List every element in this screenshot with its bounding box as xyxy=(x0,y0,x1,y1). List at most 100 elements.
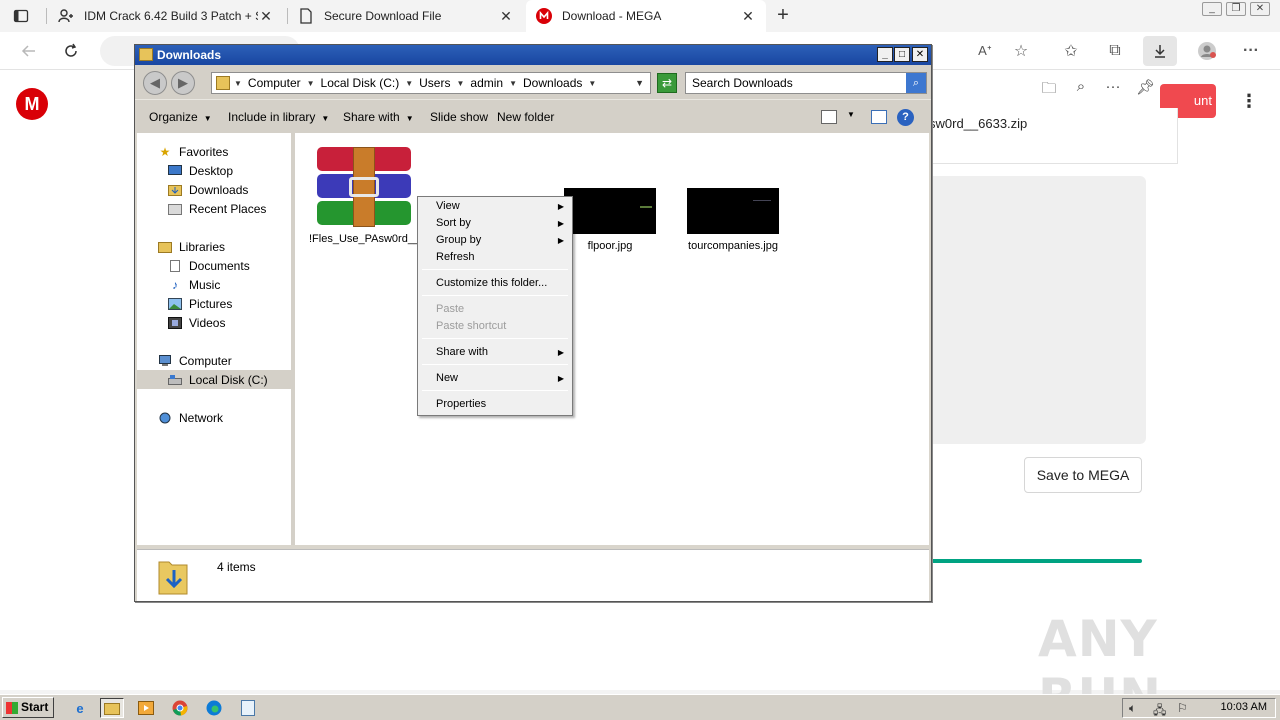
menu-item-refresh[interactable]: Refresh xyxy=(420,249,570,266)
tab-download-mega[interactable]: Download - MEGA ✕ xyxy=(526,0,766,32)
menu-item-group-by[interactable]: Group by ▶ xyxy=(420,232,570,249)
add-favorite-icon[interactable]: ☆ xyxy=(1010,41,1032,61)
tab-secure-download[interactable]: Secure Download File ✕ xyxy=(288,0,524,32)
chevron-down-icon[interactable]: ▼ xyxy=(635,78,644,88)
close-icon[interactable]: ✕ xyxy=(912,47,928,62)
explorer-title-bar: Downloads _ □ ✕ xyxy=(135,45,931,65)
nav-music[interactable]: ♪ Music xyxy=(137,275,291,294)
chevron-icon[interactable]: ▼ xyxy=(234,79,242,88)
back-icon[interactable]: ◀ xyxy=(143,71,167,95)
organize-button[interactable]: Organize ▼ xyxy=(149,110,212,124)
nav-desktop[interactable]: Desktop xyxy=(137,161,291,180)
menu-item-properties[interactable]: Properties xyxy=(420,396,570,413)
close-icon[interactable]: ✕ xyxy=(258,8,274,25)
chevron-down-icon: ▼ xyxy=(405,114,414,123)
nav-pictures[interactable]: Pictures xyxy=(137,294,291,313)
favorites-icon[interactable]: ✩ xyxy=(1060,41,1082,61)
save-to-mega-button[interactable]: Save to MEGA xyxy=(1024,457,1142,493)
minimize-icon[interactable]: _ xyxy=(1202,2,1222,16)
search-icon[interactable]: ⌕ xyxy=(1072,78,1090,103)
downloads-icon[interactable] xyxy=(1143,36,1177,66)
chevron-icon[interactable]: ▼ xyxy=(307,79,315,88)
menu-item-share-with[interactable]: Share with ▶ xyxy=(420,344,570,361)
collections-icon[interactable]: ⧉ xyxy=(1104,41,1126,61)
chevron-icon[interactable]: ▼ xyxy=(509,79,517,88)
action-center-flag-icon[interactable]: ⚐ xyxy=(1177,701,1188,715)
music-icon: ♪ xyxy=(172,277,178,292)
change-view-icon[interactable] xyxy=(821,110,837,124)
settings-more-icon[interactable]: ··· xyxy=(1240,41,1262,61)
read-aloud-icon[interactable]: Aᐩ xyxy=(974,41,996,61)
slide-show-button[interactable]: Slide show xyxy=(430,110,488,124)
close-window-icon[interactable]: ✕ xyxy=(1250,2,1270,16)
minimize-icon[interactable]: _ xyxy=(877,47,893,62)
search-icon[interactable]: ⌕ xyxy=(906,73,926,93)
profile-icon[interactable] xyxy=(1196,41,1218,61)
chevron-down-icon[interactable]: ▼ xyxy=(847,110,855,119)
breadcrumb-admin[interactable]: admin xyxy=(470,76,503,90)
breadcrumb[interactable]: ▼ Computer ▼ Local Disk (C:) ▼ Users ▼ a… xyxy=(211,72,651,94)
share-with-button[interactable]: Share with ▼ xyxy=(343,110,414,124)
nav-videos[interactable]: Videos xyxy=(137,313,291,332)
chrome-icon[interactable] xyxy=(168,698,192,718)
menu-item-new[interactable]: New ▶ xyxy=(420,370,570,387)
refresh-icon[interactable]: ⇄ xyxy=(657,73,677,93)
nav-label: Downloads xyxy=(189,182,249,197)
breadcrumb-downloads[interactable]: Downloads xyxy=(523,76,582,90)
chevron-right-icon: ▶ xyxy=(557,219,564,228)
menu-item-view[interactable]: View ▶ xyxy=(420,198,570,215)
notepad-icon[interactable] xyxy=(236,698,260,718)
internet-explorer-icon[interactable]: e xyxy=(68,698,92,718)
reload-icon[interactable] xyxy=(60,41,82,61)
more-icon[interactable]: ··· xyxy=(1104,78,1122,103)
close-icon[interactable]: ✕ xyxy=(740,8,756,25)
breadcrumb-computer[interactable]: Computer xyxy=(248,76,301,90)
forward-icon[interactable]: ▶ xyxy=(171,71,195,95)
breadcrumb-users[interactable]: Users xyxy=(419,76,450,90)
nav-local-disk[interactable]: Local Disk (C:) xyxy=(137,370,291,389)
folder-icon[interactable]: 🗀 xyxy=(1040,78,1058,103)
edge-icon[interactable] xyxy=(202,698,226,718)
search-input[interactable] xyxy=(686,73,906,93)
chevron-icon[interactable]: ▼ xyxy=(588,79,596,88)
breadcrumb-local-disk[interactable]: Local Disk (C:) xyxy=(321,76,400,90)
chevron-icon[interactable]: ▼ xyxy=(405,79,413,88)
nav-documents[interactable]: Documents xyxy=(137,256,291,275)
file-item-image[interactable]: tourcompanies.jpg xyxy=(678,188,788,253)
pin-icon[interactable]: 📌︎ xyxy=(1136,78,1155,103)
menu-separator xyxy=(422,295,568,296)
back-arrow-icon[interactable] xyxy=(18,41,40,61)
close-icon[interactable]: ✕ xyxy=(498,8,514,25)
menu-item-customize[interactable]: Customize this folder... xyxy=(420,275,570,292)
nav-label: Computer xyxy=(179,353,232,368)
start-button[interactable]: Start xyxy=(2,697,54,718)
chevron-icon[interactable]: ▼ xyxy=(456,79,464,88)
volume-icon[interactable]: 🔈︎ xyxy=(1129,701,1136,716)
nav-downloads[interactable]: Downloads xyxy=(137,180,291,199)
menu-kebab-icon[interactable]: ⋮ xyxy=(1240,90,1258,112)
nav-libraries[interactable]: Libraries xyxy=(137,237,291,256)
menu-item-sort-by[interactable]: Sort by ▶ xyxy=(420,215,570,232)
tab-idm-crack[interactable]: IDM Crack 6.42 Build 3 Patch + Se ✕ xyxy=(48,0,284,32)
nav-computer[interactable]: Computer xyxy=(137,351,291,370)
nav-label: Favorites xyxy=(179,144,229,159)
include-in-library-button[interactable]: Include in library ▼ xyxy=(228,110,329,124)
maximize-icon[interactable]: □ xyxy=(894,47,910,62)
nav-recent-places[interactable]: Recent Places xyxy=(137,199,291,218)
file-item-archive[interactable]: !Fles_Use_PAsw0rd__6633.zip xyxy=(309,147,462,246)
tab-actions-icon[interactable] xyxy=(12,7,30,25)
nav-network[interactable]: Network xyxy=(137,408,291,427)
help-icon[interactable]: ? xyxy=(897,109,914,126)
new-folder-button[interactable]: New folder xyxy=(497,110,554,124)
menu-separator xyxy=(422,364,568,365)
start-label: Start xyxy=(21,700,49,714)
new-tab-button[interactable]: + xyxy=(772,5,794,27)
network-tray-icon[interactable]: 🖧︎ xyxy=(1153,701,1166,720)
mega-logo[interactable]: M xyxy=(16,88,48,120)
explorer-taskbar-icon[interactable] xyxy=(100,698,124,718)
menu-item-paste-shortcut: Paste shortcut xyxy=(436,320,507,332)
media-player-icon[interactable] xyxy=(134,698,158,718)
nav-favorites[interactable]: ★ Favorites xyxy=(137,142,291,161)
preview-pane-icon[interactable] xyxy=(871,110,887,124)
restore-icon[interactable]: ❐ xyxy=(1226,2,1246,16)
